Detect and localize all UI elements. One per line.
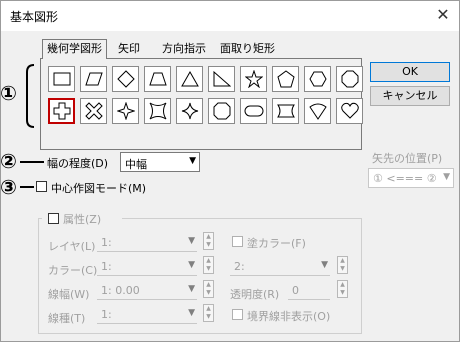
color-select[interactable]: 1: ▼ [97,258,197,276]
fill-color-checkbox[interactable] [232,236,243,247]
octagon-icon[interactable] [336,66,363,92]
chevron-down-icon: ▼ [188,260,195,270]
chevron-down-icon: ▼ [321,260,328,270]
layer-label: レイヤ(L) [48,240,96,253]
cancel-button[interactable]: キャンセル [370,86,450,106]
transparency-label: 透明度(R) [230,288,280,301]
fill-color-select[interactable]: 2: ▼ [230,258,330,276]
width-degree-select[interactable]: 中幅 ▼ [120,152,200,172]
color-label: カラー(C) [48,264,98,277]
concave-rect-icon[interactable] [272,98,299,124]
ok-button[interactable]: OK [370,62,450,82]
concave-square-icon[interactable] [144,98,171,124]
center-mode-label: 中心作図モード(M) [51,182,147,195]
tab-chamfered-rect[interactable]: 面取り矩形 [216,40,279,58]
close-icon[interactable]: ✕ [430,3,456,27]
line-width-select[interactable]: 1: 0.00 ▼ [97,282,197,300]
octagon-plaque-icon[interactable] [208,98,235,124]
rounded-rect-icon[interactable] [240,98,267,124]
marker-3: ③ [0,175,17,199]
trapezoid-icon[interactable] [144,66,171,92]
chevron-down-icon: ▼ [189,156,196,166]
line-type-select[interactable]: 1: ▼ [97,306,197,324]
line-width-label: 線幅(W) [48,288,90,301]
chevron-down-icon: ▼ [188,284,195,294]
attributes-checkbox[interactable] [48,213,59,224]
fill-color-value: 2: [234,260,245,273]
parallelogram-icon[interactable] [80,66,107,92]
rectangle-icon[interactable] [48,66,75,92]
line-width-stepper[interactable]: ▲ ▼ [203,280,214,298]
line-type-stepper[interactable]: ▲ ▼ [203,304,214,322]
fill-color-stepper[interactable]: ▲ ▼ [337,256,348,274]
diamond-icon[interactable] [112,66,139,92]
cross-icon[interactable] [48,98,75,124]
transparency-value: 0 [292,284,299,297]
color-value: 1: [101,260,112,273]
line-type-value: 1: [101,308,112,321]
chevron-down-icon: ▼ [188,308,195,318]
transparency-input[interactable]: 0 [288,282,330,300]
star-icon[interactable] [240,66,267,92]
layer-value: 1: [101,236,112,249]
arrow-position-select[interactable]: ① <=== ② ▼ [368,168,454,188]
layer-stepper[interactable]: ▲ ▼ [203,232,214,250]
width-degree-value: 中幅 [125,158,147,171]
heart-icon[interactable] [336,98,363,124]
fill-color-label: 塗カラー(F) [247,237,306,250]
line-type-label: 線種(T) [48,312,86,325]
transparency-stepper[interactable]: ▲ ▼ [337,280,348,298]
hide-border-checkbox[interactable] [232,309,243,320]
title-bar [1,1,459,31]
hexagon-icon[interactable] [304,66,331,92]
line-width-value: 1: 0.00 [101,284,140,297]
hide-border-label: 境界線非表示(O) [247,310,331,323]
right-triangle-icon[interactable] [208,66,235,92]
layer-select[interactable]: 1: ▼ [97,234,197,252]
color-stepper[interactable]: ▲ ▼ [203,256,214,274]
tab-direction[interactable]: 方向指示 [158,40,210,58]
x-box-icon[interactable] [80,98,107,124]
sparkle-star-icon[interactable] [176,98,203,124]
chevron-down-icon: ▼ [188,236,195,246]
tab-arrows[interactable]: 矢印 [114,40,144,58]
tab-geometric-shapes[interactable]: 幾何学図形 [42,39,107,59]
dialog-title: 基本図形 [10,10,59,24]
marker-2: ② [0,149,17,173]
pentagon-icon[interactable] [272,66,299,92]
four-point-star-icon[interactable] [112,98,139,124]
bracket-line [26,64,35,128]
attributes-label: 属性(Z) [63,213,102,226]
marker-1: ① [0,81,17,105]
arrow-position-label: 矢先の位置(P) [372,152,443,165]
width-degree-label: 幅の程度(D) [47,157,109,170]
center-mode-checkbox[interactable] [36,181,47,192]
arrow-position-value: ① <=== ② [373,172,437,185]
triangle-icon[interactable] [176,66,203,92]
pointer-line [20,186,34,188]
fan-icon[interactable] [304,98,331,124]
chevron-down-icon: ▼ [443,172,450,182]
pointer-line [20,161,44,163]
